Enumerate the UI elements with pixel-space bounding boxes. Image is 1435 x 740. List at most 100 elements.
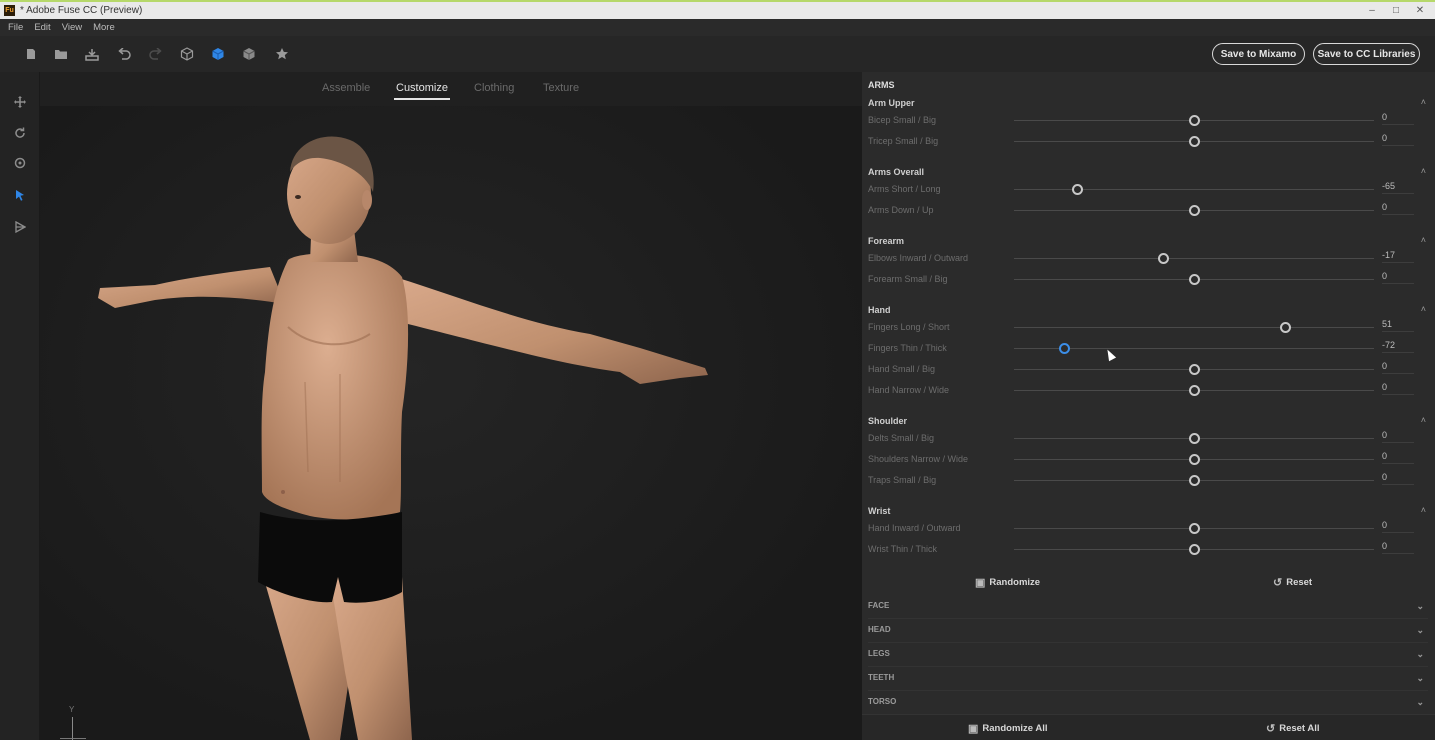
- section-torso-label: TORSO: [868, 697, 897, 706]
- slider-handle[interactable]: [1188, 474, 1200, 486]
- close-button[interactable]: ✕: [1409, 3, 1431, 17]
- group-title: Hand: [868, 305, 891, 315]
- chevron-up-icon[interactable]: ˄: [1421, 505, 1426, 515]
- slider-handle[interactable]: [1188, 114, 1200, 126]
- slider-value-field[interactable]: 0: [1382, 271, 1414, 284]
- customize-panel: ARMS Arm Upper ˄ Bicep Small / Big 0 Tricep …: [862, 72, 1435, 740]
- redo-icon[interactable]: [148, 46, 164, 62]
- chevron-up-icon[interactable]: ˄: [1421, 97, 1426, 107]
- cube-shaded-icon[interactable]: [241, 46, 257, 62]
- slider-value-field[interactable]: 0: [1382, 472, 1414, 485]
- rotate-icon[interactable]: [12, 125, 28, 141]
- title-bar: Fu * Adobe Fuse CC (Preview) – □ ✕: [0, 0, 1435, 19]
- menu-view[interactable]: View: [62, 22, 82, 33]
- reset-icon: ↺: [1266, 723, 1276, 735]
- slider-value-field[interactable]: 0: [1382, 202, 1414, 215]
- chevron-down-icon: ⌄: [1416, 697, 1424, 707]
- axis-gizmo: [72, 717, 73, 740]
- group-title: Arm Upper: [868, 98, 915, 108]
- section-face-label: FACE: [868, 601, 890, 610]
- bottom-action-bar: ▣ Randomize All ↺ Reset All: [862, 714, 1435, 740]
- slider-value-field[interactable]: 0: [1382, 430, 1414, 443]
- save-to-cc-libraries-button[interactable]: Save to CC Libraries: [1313, 43, 1420, 65]
- slider-label: Forearm Small / Big: [868, 274, 948, 284]
- slider-track[interactable]: [1014, 258, 1374, 259]
- chevron-down-icon: ⌄: [1416, 649, 1424, 659]
- slider-value-field[interactable]: 51: [1382, 319, 1414, 332]
- slider-track[interactable]: [1014, 189, 1374, 190]
- slider-handle[interactable]: [1188, 204, 1200, 216]
- slider-value-field[interactable]: 0: [1382, 451, 1414, 464]
- character-model[interactable]: [40, 72, 862, 740]
- slider-value-field[interactable]: -17: [1382, 250, 1414, 263]
- group-title: Wrist: [868, 506, 891, 516]
- randomize-label: Randomize: [989, 577, 1041, 588]
- chevron-up-icon[interactable]: ˄: [1421, 235, 1426, 245]
- slider-value-field[interactable]: 0: [1382, 520, 1414, 533]
- slider-handle[interactable]: [1188, 273, 1200, 285]
- group-title: Forearm: [868, 236, 905, 246]
- section-head[interactable]: HEAD ⌄: [868, 625, 1428, 643]
- slider-label: Shoulders Narrow / Wide: [868, 454, 969, 464]
- slider-handle[interactable]: [1280, 321, 1292, 333]
- open-folder-icon[interactable]: [53, 46, 69, 62]
- menu-more[interactable]: More: [93, 22, 115, 33]
- slider-value-field[interactable]: 0: [1382, 112, 1414, 125]
- import-icon[interactable]: [84, 46, 100, 62]
- slider-handle[interactable]: [1188, 522, 1200, 534]
- orbit-icon[interactable]: [12, 155, 28, 171]
- reset-all-button[interactable]: ↺ Reset All: [1266, 722, 1320, 735]
- randomize-all-label: Randomize All: [982, 723, 1048, 734]
- maximize-button[interactable]: □: [1385, 3, 1407, 17]
- chevron-up-icon[interactable]: ˄: [1421, 304, 1426, 314]
- undo-icon[interactable]: [116, 46, 132, 62]
- chevron-down-icon: ⌄: [1416, 673, 1424, 683]
- section-face[interactable]: FACE ⌄: [868, 601, 1428, 619]
- slider-handle[interactable]: [1188, 453, 1200, 465]
- axis-gizmo-x: [60, 738, 86, 739]
- slider-track[interactable]: [1014, 327, 1374, 328]
- minimize-button[interactable]: –: [1361, 3, 1383, 17]
- slider-label: Arms Short / Long: [868, 184, 941, 194]
- randomize-all-button[interactable]: ▣ Randomize All: [968, 722, 1048, 735]
- dice-icon: ▣: [975, 577, 986, 589]
- slider-handle[interactable]: [1188, 432, 1200, 444]
- slider-label: Elbows Inward / Outward: [868, 253, 969, 263]
- slider-handle[interactable]: [1188, 543, 1200, 555]
- window-title: * Adobe Fuse CC (Preview): [20, 5, 143, 16]
- fuse-app-icon: Fu: [4, 5, 15, 16]
- slider-handle[interactable]: [1188, 384, 1200, 396]
- save-to-mixamo-button[interactable]: Save to Mixamo: [1212, 43, 1305, 65]
- menu-edit[interactable]: Edit: [34, 22, 50, 33]
- slider-value-field[interactable]: 0: [1382, 382, 1414, 395]
- slider-handle[interactable]: [1188, 363, 1200, 375]
- slider-label: Arms Down / Up: [868, 205, 934, 215]
- reset-button[interactable]: ↺ Reset: [1273, 576, 1312, 589]
- slider-value-field[interactable]: -65: [1382, 181, 1414, 194]
- chevron-up-icon[interactable]: ˄: [1421, 415, 1426, 425]
- slider-handle[interactable]: [1188, 135, 1200, 147]
- chevron-up-icon[interactable]: ˄: [1421, 166, 1426, 176]
- cube-outline-icon[interactable]: [179, 46, 195, 62]
- slider-value-field[interactable]: 0: [1382, 133, 1414, 146]
- slider-handle[interactable]: [1071, 183, 1083, 195]
- pose-icon[interactable]: [12, 219, 28, 235]
- slider-value-field[interactable]: 0: [1382, 541, 1414, 554]
- move-icon[interactable]: [12, 94, 28, 110]
- section-torso[interactable]: TORSO ⌄: [868, 697, 1428, 715]
- new-file-icon[interactable]: [23, 46, 39, 62]
- select-arrow-icon[interactable]: [12, 187, 28, 203]
- cube-active-icon[interactable]: [210, 46, 226, 62]
- slider-handle[interactable]: [1157, 252, 1169, 264]
- 3d-viewport[interactable]: Assemble Customize Clothing Texture Y: [40, 72, 862, 740]
- section-legs[interactable]: LEGS ⌄: [868, 649, 1428, 667]
- menu-file[interactable]: File: [8, 22, 23, 33]
- star-icon[interactable]: [274, 46, 290, 62]
- slider-value-field[interactable]: 0: [1382, 361, 1414, 374]
- slider-value-field[interactable]: -72: [1382, 340, 1414, 353]
- slider-handle[interactable]: [1058, 342, 1070, 354]
- group-title: Arms Overall: [868, 167, 925, 177]
- toolbar: Save to Mixamo Save to CC Libraries: [0, 36, 1435, 72]
- section-teeth[interactable]: TEETH ⌄: [868, 673, 1428, 691]
- randomize-button[interactable]: ▣ Randomize: [975, 576, 1040, 589]
